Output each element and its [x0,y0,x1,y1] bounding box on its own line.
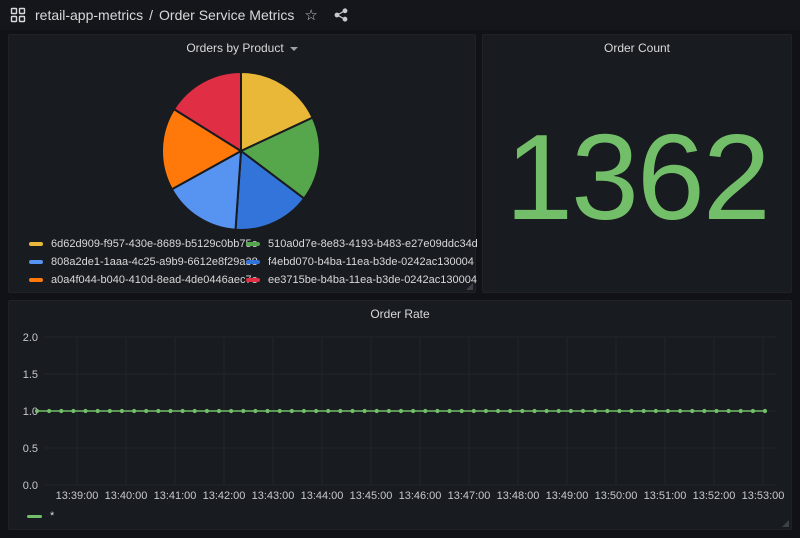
svg-text:1.5: 1.5 [23,369,38,381]
svg-text:13:46:00: 13:46:00 [399,490,442,502]
breadcrumb-separator: / [149,7,153,23]
pie-legend-item[interactable]: 808a2de1-1aaa-4c25-a9b9-6612e8f29a38 [29,253,258,271]
svg-text:0.5: 0.5 [23,443,38,455]
panel-order-rate-header[interactable]: Order Rate [9,301,791,327]
svg-text:13:48:00: 13:48:00 [497,490,540,502]
svg-text:0.0: 0.0 [23,480,38,492]
svg-text:13:51:00: 13:51:00 [644,490,687,502]
svg-text:13:49:00: 13:49:00 [546,490,589,502]
pie-legend-item[interactable]: ee3715be-b4ba-11ea-b3de-0242ac130004 [246,271,478,289]
svg-text:13:40:00: 13:40:00 [105,490,148,502]
svg-text:13:45:00: 13:45:00 [350,490,393,502]
series-label: f4ebd070-b4ba-11ea-b3de-0242ac130004 [268,256,474,268]
svg-text:13:47:00: 13:47:00 [448,490,491,502]
panel-order-count-header[interactable]: Order Count [483,35,791,61]
series-color-swatch [29,242,43,246]
svg-text:13:39:00: 13:39:00 [56,490,99,502]
pie-legend-item[interactable]: 510a0d7e-8e83-4193-b483-e27e09ddc34d [246,235,478,253]
pie-legend-item[interactable]: a0a4f044-b040-410d-8ead-4de0446aec7e [29,271,258,289]
series-label: * [50,510,54,522]
breadcrumb-folder[interactable]: retail-app-metrics [35,7,143,23]
panel-resize-handle[interactable] [782,520,789,527]
series-legend-item[interactable]: * [27,510,54,522]
series-color-swatch [246,278,260,282]
series-color-swatch [27,515,42,518]
share-icon[interactable] [334,8,348,22]
svg-text:13:41:00: 13:41:00 [154,490,197,502]
pie-legend-column-right: 510a0d7e-8e83-4193-b483-e27e09ddc34d f4eb… [246,235,478,289]
series-label: 510a0d7e-8e83-4193-b483-e27e09ddc34d [268,238,478,250]
series-color-swatch [29,278,43,282]
svg-text:2.0: 2.0 [23,332,38,344]
breadcrumb-dashboard-title[interactable]: Order Service Metrics [159,7,294,23]
pie-legend-item[interactable]: 6d62d909-f957-430e-8689-b5129c0bb75e [29,235,258,253]
svg-text:13:43:00: 13:43:00 [252,490,295,502]
panel-order-rate: Order Rate 2.01.51.00.50.013:39:0013:40:… [8,300,792,530]
pie-legend-item[interactable]: f4ebd070-b4ba-11ea-b3de-0242ac130004 [246,253,478,271]
series-color-swatch [246,242,260,246]
svg-text:13:52:00: 13:52:00 [693,490,736,502]
svg-text:13:53:00: 13:53:00 [742,490,785,502]
svg-text:13:42:00: 13:42:00 [203,490,246,502]
dashboard-grid-icon[interactable] [10,7,26,23]
svg-text:13:50:00: 13:50:00 [595,490,638,502]
star-icon[interactable]: ☆ [304,8,317,23]
series-label: 808a2de1-1aaa-4c25-a9b9-6612e8f29a38 [51,256,258,268]
stat-value: 1362 [505,116,768,238]
breadcrumb: retail-app-metrics / Order Service Metri… [35,7,294,23]
pie-legend-column-left: 6d62d909-f957-430e-8689-b5129c0bb75e 808a… [29,235,258,289]
pie-chart[interactable] [141,51,341,251]
top-navbar: retail-app-metrics / Order Service Metri… [0,0,800,30]
panel-orders-by-product: Orders by Product 6d62d909-f957-430e-868… [8,34,476,293]
panel-title: Order Rate [370,307,429,321]
series-label: 6d62d909-f957-430e-8689-b5129c0bb75e [51,238,258,250]
series-label: ee3715be-b4ba-11ea-b3de-0242ac130004 [268,274,477,286]
panel-resize-handle[interactable] [466,283,473,290]
panel-title: Order Count [604,41,670,55]
series-label: a0a4f044-b040-410d-8ead-4de0446aec7e [51,274,258,286]
panel-order-count: Order Count 1362 [482,34,792,293]
time-series-chart[interactable]: 2.01.51.00.50.013:39:0013:40:0013:41:001… [11,327,791,505]
series-color-swatch [246,260,260,264]
series-color-swatch [29,260,43,264]
svg-text:13:44:00: 13:44:00 [301,490,344,502]
